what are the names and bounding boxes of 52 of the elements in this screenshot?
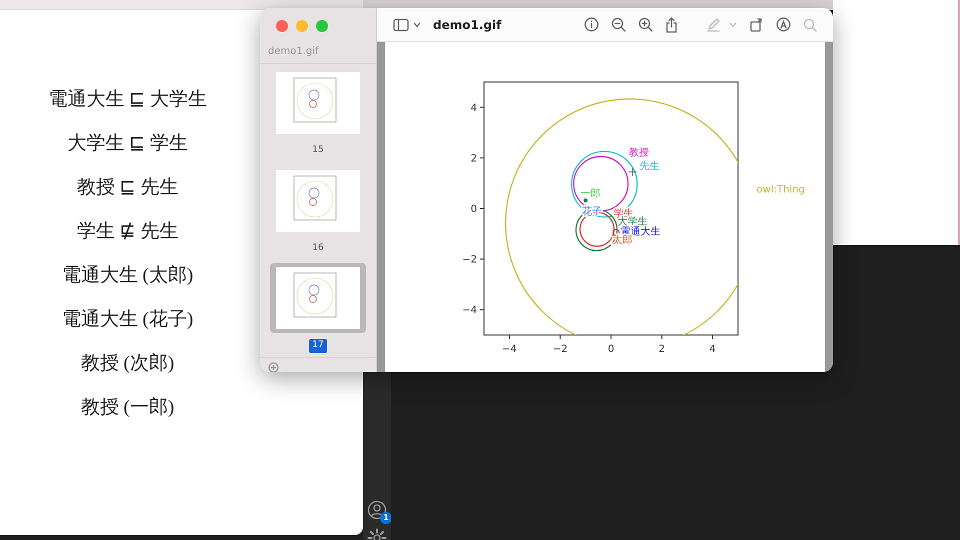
sidebar-toggle-icon[interactable] [393, 18, 409, 32]
x-tick-label: 4 [709, 344, 716, 355]
formula-line: 電通大生 (花子) [62, 308, 194, 332]
y-tick [480, 309, 484, 310]
plus-marker [628, 167, 638, 176]
x-tick-label: −4 [502, 344, 517, 355]
x-tick-label: 0 [608, 344, 614, 355]
y-tick-label: 4 [470, 102, 477, 114]
rotate-icon[interactable] [749, 17, 764, 32]
dot-marker [584, 198, 588, 202]
x-tick [661, 334, 662, 340]
y-tick-label: 2 [470, 153, 477, 164]
formula-line: 学生 ⋢ 先生 [76, 220, 178, 244]
y-tick [480, 208, 484, 209]
x-tick [610, 334, 612, 340]
markup-icon[interactable] [776, 17, 791, 32]
chevron-icon[interactable] [413, 20, 421, 28]
x-tick-label: −2 [552, 344, 568, 355]
page-thumbnail[interactable] [270, 263, 366, 333]
file-name: demo1.gif [267, 45, 320, 59]
y-tick-label: −4 [462, 305, 477, 316]
formula-line: 大学生 ⊑ 学生 [67, 132, 188, 156]
info-icon[interactable] [584, 17, 599, 32]
formula-line: 教授 (次郎) [80, 352, 174, 376]
notification-badge: 1 [380, 512, 391, 524]
page-number: 16 [311, 242, 325, 254]
x-tick-label: 2 [658, 344, 665, 355]
zoom-in-icon[interactable] [638, 17, 653, 32]
formula-line: 教授 (一郎) [80, 396, 174, 420]
y-tick [480, 157, 484, 158]
x-tick [712, 334, 714, 340]
formula-line: 電通大生 ⊑ 大学生 [48, 88, 207, 112]
page-number: 15 [311, 144, 325, 157]
account-icon[interactable] [367, 500, 387, 520]
set-label: owl:Thing [756, 184, 805, 196]
document-title: demo1.gif [433, 16, 502, 34]
y-tick-label: 0 [470, 204, 477, 215]
page-number: 17 [309, 339, 327, 352]
y-tick [480, 106, 484, 108]
y-tick [480, 258, 484, 260]
formula-line: 教授 ⊑ 先生 [76, 176, 178, 200]
y-tick-label: −2 [462, 254, 477, 266]
set-label: 教授 [628, 148, 649, 159]
x-tick [560, 334, 561, 340]
set-label: 一郎 [580, 188, 601, 200]
ring-marker [612, 229, 620, 236]
formula-line: 電通大生 (太郎) [62, 264, 194, 288]
share-icon[interactable] [665, 16, 678, 32]
set-label: 大学生 [617, 216, 648, 228]
x-tick [508, 334, 510, 340]
set-label: 先生 [639, 160, 660, 172]
zoom-out-icon[interactable] [611, 17, 626, 32]
